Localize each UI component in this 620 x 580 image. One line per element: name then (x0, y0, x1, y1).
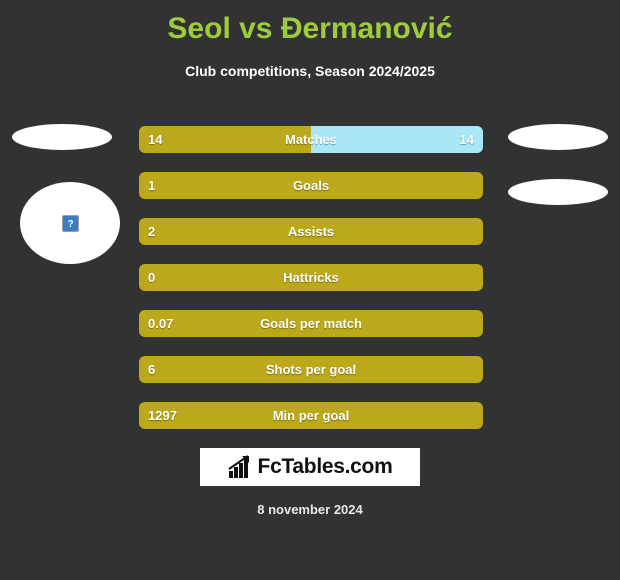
broken-image-icon: ? (61, 214, 79, 232)
stat-bar-left-segment (139, 356, 483, 383)
stat-bar-left-segment (139, 402, 483, 429)
bar-chart-trend-icon (227, 455, 249, 478)
stat-right-value: 14 (459, 132, 474, 147)
stat-bar (139, 356, 483, 383)
footer-date: 8 november 2024 (257, 502, 363, 517)
stat-bar-right-segment (311, 126, 483, 153)
stat-row: 0.07 Goals per match (139, 310, 483, 337)
stat-left-value: 1297 (148, 408, 177, 423)
stat-left-value: 6 (148, 362, 156, 377)
fctables-logo[interactable]: FcTables.com (200, 448, 420, 486)
svg-text:?: ? (67, 219, 73, 229)
stat-row: 2 Assists (139, 218, 483, 245)
stat-bar (139, 126, 483, 153)
stat-left-value: 1 (148, 178, 156, 193)
stat-bar-left-segment (139, 310, 483, 337)
stat-bar-left-segment (139, 218, 483, 245)
stat-left-value: 14 (148, 132, 163, 147)
stat-bar-left-segment (139, 126, 311, 153)
page-subtitle: Club competitions, Season 2024/2025 (185, 63, 435, 79)
stat-left-value: 0 (148, 270, 156, 285)
stat-row: 14 Matches 14 (139, 126, 483, 153)
right-player-flag-placeholder (508, 124, 608, 150)
left-player-flag-placeholder (12, 124, 112, 150)
page-title: Seol vs Đermanović (167, 12, 453, 45)
stat-row: 1297 Min per goal (139, 402, 483, 429)
stat-bar (139, 264, 483, 291)
stat-left-value: 0.07 (148, 316, 174, 331)
stat-bar-left-segment (139, 264, 483, 291)
fctables-logo-text: FcTables.com (257, 455, 393, 478)
stat-row: 6 Shots per goal (139, 356, 483, 383)
left-player-photo-placeholder: ? (20, 182, 120, 264)
stat-bar-left-segment (139, 172, 483, 199)
stat-row: 0 Hattricks (139, 264, 483, 291)
right-player-photo-placeholder (508, 179, 608, 205)
stat-row: 1 Goals (139, 172, 483, 199)
stats-list: 14 Matches 14 1 Goals 2 Assists 0 Hattri… (139, 126, 483, 448)
stat-comparison-card: Seol vs Đermanović Club competitions, Se… (0, 0, 620, 580)
stat-bar (139, 402, 483, 429)
stat-bar (139, 310, 483, 337)
stat-bar (139, 218, 483, 245)
stat-left-value: 2 (148, 224, 156, 239)
stat-bar (139, 172, 483, 199)
